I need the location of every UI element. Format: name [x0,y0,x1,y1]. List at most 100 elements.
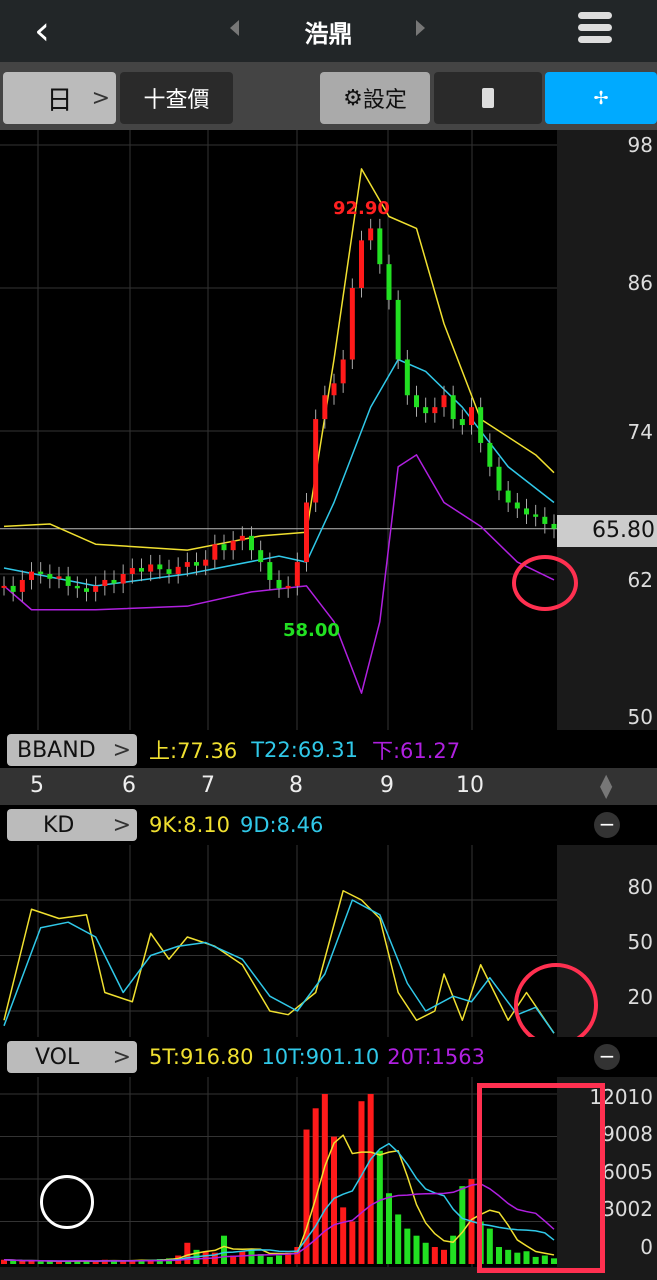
candle [47,574,53,579]
candle [74,585,80,589]
settings-label: 設定 [362,88,407,113]
chevron-right-icon: > [112,1044,131,1070]
candle [230,540,236,551]
volume-bar [459,1186,466,1264]
kd-indicator-button[interactable]: KD > [7,809,137,841]
highlight-circle [512,555,578,611]
date-tick: 6 [122,773,136,798]
kd-row: KD > 9K:8.10 9D:8.46 − [0,805,657,845]
touch-indicator-circle [40,1175,94,1229]
candle [249,535,254,551]
candle [19,579,25,592]
candle [65,576,71,586]
volume-bar [37,1261,44,1264]
remove-kd-button[interactable]: − [594,812,620,838]
candle [487,442,493,467]
volume-bar [248,1249,255,1264]
candle [56,576,62,579]
volume-bar [441,1249,447,1264]
candle [551,523,557,529]
chevron-right-icon: > [112,737,131,763]
candle [212,544,218,560]
candle [423,407,429,414]
candle [129,568,135,574]
bband-row: BBAND > 上:77.36 T22:69.31 下:61.27 [0,730,657,770]
remove-vol-button[interactable]: − [594,1044,620,1070]
candle [340,359,346,384]
candle [505,490,511,503]
candle [10,585,16,592]
kd-label: KD [43,812,75,838]
high-annotation: 92.90 [333,198,390,219]
kd-k-value: 9K:8.10 [149,813,230,837]
rotate-button[interactable] [434,72,542,124]
kd-chart[interactable]: 80 50 20 [0,845,657,1047]
volume-bar [431,1247,438,1264]
volume-chart[interactable]: 12010 9008 6005 3002 0 [0,1077,657,1280]
candle [175,566,181,574]
candle [524,508,529,515]
date-tick: 10 [456,773,484,798]
vol-indicator-button[interactable]: VOL > [7,1041,137,1073]
candle [542,516,548,524]
volume-bar [422,1242,429,1264]
kd-d-value: 9D:8.46 [239,813,324,837]
volume-bar [413,1235,420,1264]
candle [258,550,264,563]
candle [395,299,401,360]
period-button[interactable]: 日 > [3,72,116,124]
chevron-right-icon: > [91,85,110,111]
candle [313,419,319,503]
candle [102,579,108,586]
next-stock-icon[interactable] [416,20,425,36]
collapse-icon: ✢ [593,87,609,109]
price-chart[interactable]: 98 86 74 62 50 65.80 92.90 58.00 [0,130,657,730]
volume-bar [19,1261,26,1264]
candle [120,574,126,584]
volume-bar [239,1251,246,1264]
settings-button[interactable]: ⚙ 設定 [320,72,430,124]
collapse-button[interactable]: ✢ [545,72,657,124]
volume-bar [56,1261,62,1264]
bband-lower: 下:61.27 [371,739,461,763]
candle [432,407,438,414]
candle [514,502,520,509]
candle [359,240,364,288]
candle [84,588,89,592]
candle [478,407,484,443]
candle [267,562,273,580]
volume-bar [321,1094,328,1264]
rotate-icon [482,88,494,108]
date-tick: 8 [289,773,303,798]
bband-label: BBAND [17,737,96,763]
candle [111,579,117,584]
volume-bar [340,1207,347,1264]
volume-bar [376,1150,383,1264]
quote-button[interactable]: 十查價 [120,72,233,124]
volume-bar [303,1129,310,1264]
bband-indicator-button[interactable]: BBAND > [7,734,137,766]
candle [276,579,282,589]
candle [184,562,190,567]
menu-icon[interactable] [578,12,612,48]
candle [377,228,383,265]
low-annotation: 58.00 [283,620,340,641]
date-axis[interactable]: 5 6 7 8 9 10 ▲ ▼ [0,768,657,805]
candle [331,383,337,396]
candle [221,544,227,551]
volume-bar [404,1228,411,1264]
toolbar: 日 > 十查價 ⚙ 設定 ✢ [0,62,657,130]
date-tick: 5 [30,773,44,798]
vol-ma5: 5T:916.80 [149,1045,254,1069]
candle [166,569,172,574]
volume-bar [395,1214,402,1264]
vol-label: VOL [35,1044,80,1070]
resize-handle-icon[interactable]: ▲ ▼ [600,772,612,800]
volume-bar [10,1260,17,1264]
volume-bar [276,1255,282,1264]
candle [38,571,44,574]
candle [285,585,291,589]
candle [148,564,154,572]
candle [386,264,392,300]
volume-bar [358,1101,365,1264]
